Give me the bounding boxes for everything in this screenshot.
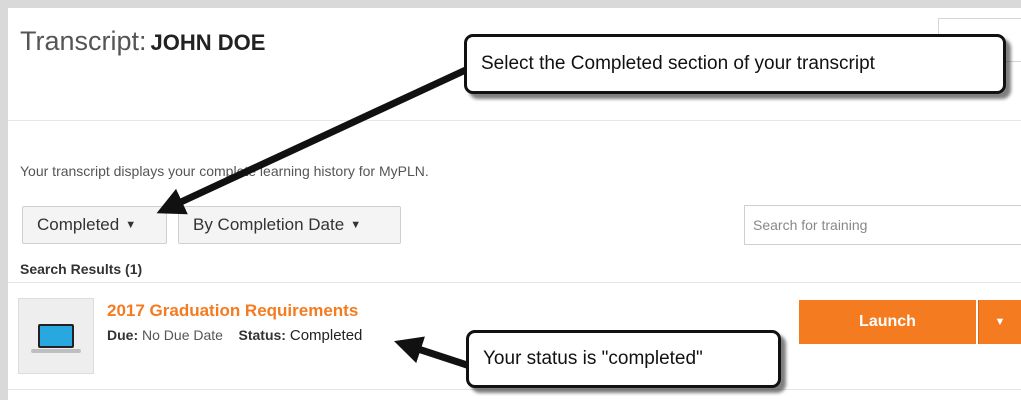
callout-select-completed: Select the Completed section of your tra… (464, 34, 1006, 94)
sort-label: By Completion Date (193, 215, 345, 234)
page-title-label: Transcript: (20, 26, 147, 56)
launch-options-button[interactable]: ▼ (978, 300, 1021, 344)
status-value: Completed (289, 327, 363, 344)
search-results-count: Search Results (1) (20, 261, 143, 277)
user-name: JOHN DOE (150, 30, 266, 55)
callout-status-completed: Your status is "completed" (466, 330, 781, 388)
page-title: Transcript: JOHN DOE (20, 26, 265, 57)
course-thumbnail[interactable] (18, 298, 94, 374)
caret-down-icon: ▼ (994, 316, 1006, 328)
row-divider-bottom (8, 389, 1021, 390)
status-filter-dropdown[interactable]: Completed ▼ (22, 206, 167, 244)
status-filter-label: Completed (37, 215, 120, 234)
due-value: No Due Date (142, 327, 223, 343)
search-training-input[interactable] (744, 205, 1021, 245)
due-label: Due: (107, 327, 139, 343)
caret-down-icon: ▼ (125, 219, 137, 231)
laptop-icon (31, 324, 81, 353)
course-meta: Due: No Due Date Status: Completed (107, 327, 362, 344)
transcript-description: Your transcript displays your complete l… (20, 163, 429, 179)
row-divider-top (8, 282, 1021, 283)
status-label: Status: (238, 327, 286, 343)
launch-button[interactable]: Launch (799, 300, 976, 344)
sort-dropdown[interactable]: By Completion Date ▼ (178, 206, 401, 244)
course-title-link[interactable]: 2017 Graduation Requirements (107, 301, 358, 321)
caret-down-icon: ▼ (350, 219, 362, 231)
header-divider (8, 120, 1021, 121)
